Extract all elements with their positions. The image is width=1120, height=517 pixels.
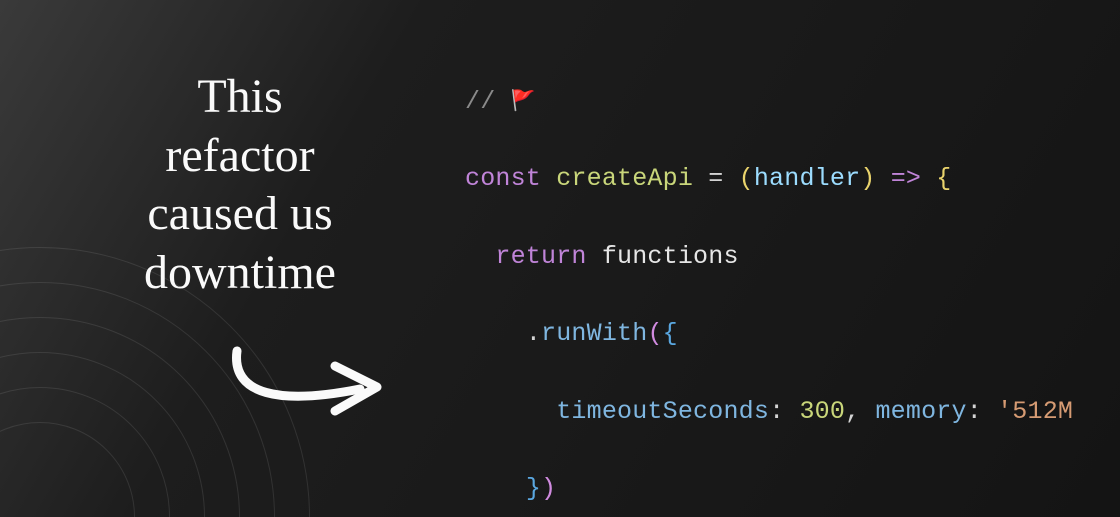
property: timeoutSeconds: [556, 397, 769, 426]
code-line: timeoutSeconds: 300, memory: '512M: [465, 393, 1120, 432]
annotation-line: refactor: [60, 127, 420, 186]
flag-icon: 🚩: [511, 91, 536, 114]
code-line: // 🚩: [465, 83, 1120, 122]
code-line: return functions: [465, 238, 1120, 277]
number-literal: 300: [799, 397, 845, 426]
arrow-icon: [225, 345, 395, 425]
method: runWith: [541, 319, 647, 348]
keyword-const: const: [465, 164, 541, 193]
string-literal: '512M: [997, 397, 1073, 426]
comment-text: //: [465, 87, 511, 116]
code-line: .runWith({: [465, 315, 1120, 354]
handwritten-annotation: This refactor caused us downtime: [60, 68, 420, 302]
identifier: functions: [602, 242, 739, 271]
arrow: =>: [891, 164, 921, 193]
code-line: const createApi = (handler) => {: [465, 160, 1120, 199]
code-block: // 🚩 const createApi = (handler) => { re…: [465, 44, 1120, 517]
annotation-line: This: [60, 68, 420, 127]
code-line: }): [465, 470, 1120, 509]
identifier: createApi: [556, 164, 693, 193]
annotation-line: downtime: [60, 244, 420, 303]
param: handler: [754, 164, 860, 193]
property: memory: [875, 397, 966, 426]
annotation-line: caused us: [60, 185, 420, 244]
keyword-return: return: [495, 242, 586, 271]
